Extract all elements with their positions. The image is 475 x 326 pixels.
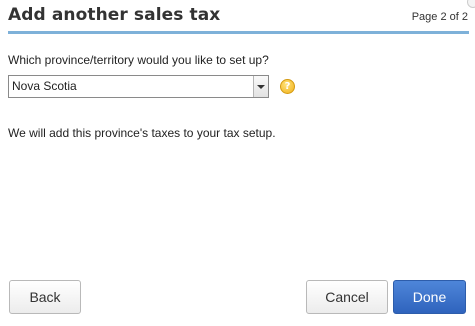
- chevron-down-icon[interactable]: [253, 76, 268, 97]
- dialog-title: Add another sales tax: [8, 5, 221, 25]
- province-select-value: Nova Scotia: [12, 79, 77, 93]
- header-divider: [8, 31, 469, 34]
- help-question-icon[interactable]: ?: [280, 79, 295, 94]
- info-text: We will add this province's taxes to you…: [8, 126, 276, 140]
- province-question-label: Which province/territory would you like …: [8, 53, 269, 67]
- close-icon[interactable]: [467, 0, 475, 8]
- done-button[interactable]: Done: [393, 280, 466, 314]
- cancel-button[interactable]: Cancel: [306, 280, 388, 314]
- back-button[interactable]: Back: [9, 280, 81, 314]
- province-select[interactable]: Nova Scotia: [8, 75, 269, 98]
- dialog-header: Add another sales tax Page 2 of 2: [8, 0, 468, 31]
- page-indicator: Page 2 of 2: [411, 11, 468, 23]
- add-sales-tax-dialog: Add another sales tax Page 2 of 2 Which …: [0, 0, 475, 326]
